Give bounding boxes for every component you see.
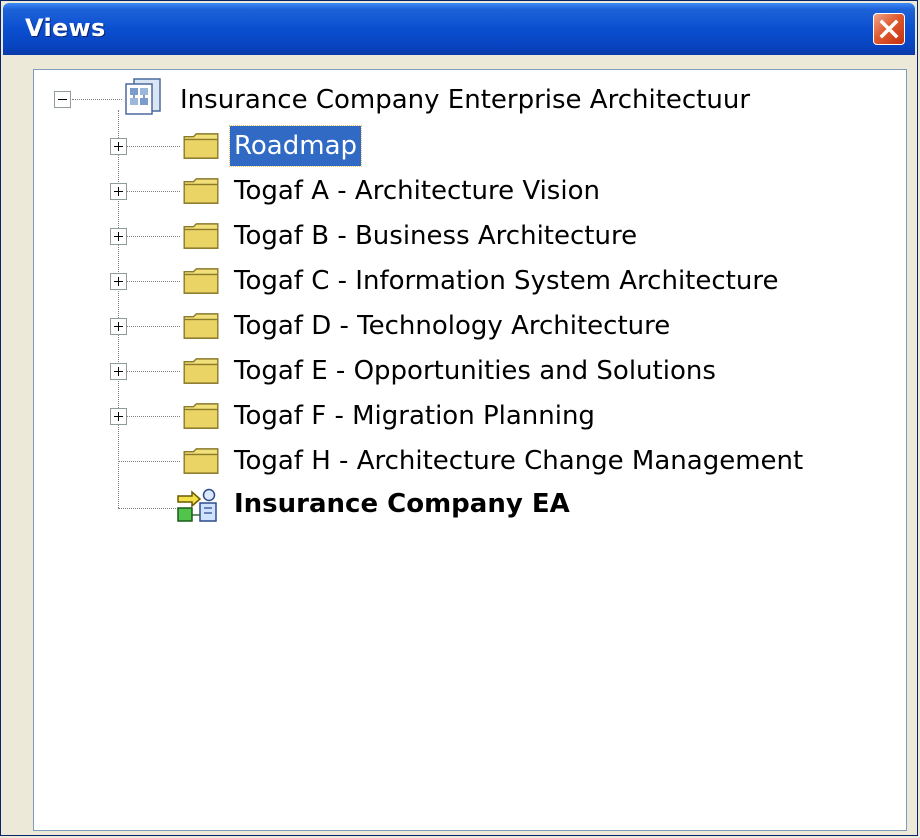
tree-connector: [118, 371, 180, 372]
expand-toggle[interactable]: [110, 138, 127, 155]
title-bar[interactable]: Views: [3, 3, 915, 55]
tree-connector: [118, 326, 180, 327]
expand-toggle[interactable]: [110, 363, 127, 380]
tree-connector: [118, 236, 180, 237]
tree-connector: [118, 461, 180, 462]
window-title: Views: [25, 14, 106, 42]
tree-root-label: Insurance Company Enterprise Architectuu…: [180, 85, 751, 115]
tree-view-row[interactable]: Insurance Company EA: [34, 482, 906, 526]
tree-folder-label: Togaf B - Business Architecture: [234, 221, 638, 251]
expand-toggle[interactable]: [110, 183, 127, 200]
architecture-view-icon: [177, 488, 217, 522]
views-window: Views Insurance Company Enterprise Archi…: [0, 0, 918, 836]
expand-toggle[interactable]: [110, 228, 127, 245]
folder-icon: [183, 358, 219, 384]
tree-folder-row[interactable]: Togaf H - Architecture Change Management: [34, 439, 906, 483]
expand-toggle[interactable]: [110, 408, 127, 425]
views-tree: Insurance Company Enterprise Architectuu…: [34, 70, 906, 830]
expand-toggle[interactable]: [110, 273, 127, 290]
tree-connector: [118, 146, 180, 147]
tree-connector: [118, 191, 180, 192]
model-icon: [125, 78, 161, 115]
tree-connector: [118, 281, 180, 282]
tree-root-row[interactable]: Insurance Company Enterprise Architectuu…: [34, 78, 906, 122]
folder-icon: [183, 223, 219, 249]
tree-connector: [118, 416, 180, 417]
tree-folder-row[interactable]: Togaf A - Architecture Vision: [34, 169, 906, 213]
tree-folder-row[interactable]: Togaf C - Information System Architectur…: [34, 259, 906, 303]
folder-icon: [183, 268, 219, 294]
tree-folder-row[interactable]: Togaf D - Technology Architecture: [34, 304, 906, 348]
collapse-toggle[interactable]: [54, 91, 71, 108]
close-icon: [879, 19, 899, 39]
tree-view-label: Insurance Company EA: [234, 489, 570, 519]
folder-icon: [183, 448, 219, 474]
tree-folder-label: Togaf A - Architecture Vision: [234, 176, 600, 206]
tree-folder-label: Togaf C - Information System Architectur…: [234, 266, 779, 296]
expand-toggle[interactable]: [110, 318, 127, 335]
tree-folder-label: Togaf F - Migration Planning: [234, 401, 595, 431]
close-button[interactable]: [873, 13, 905, 45]
tree-folder-row[interactable]: Togaf B - Business Architecture: [34, 214, 906, 258]
tree-folder-row[interactable]: Roadmap: [34, 124, 906, 168]
tree-folder-row[interactable]: Togaf E - Opportunities and Solutions: [34, 349, 906, 393]
tree-connector: [118, 508, 180, 509]
tree-folder-row[interactable]: Togaf F - Migration Planning: [34, 394, 906, 438]
tree-folder-label: Togaf D - Technology Architecture: [234, 311, 671, 341]
tree-folder-label: Togaf H - Architecture Change Management: [234, 446, 804, 476]
tree-folder-label: Roadmap: [228, 125, 363, 167]
views-tree-pane[interactable]: Insurance Company Enterprise Architectuu…: [33, 69, 907, 831]
folder-icon: [183, 178, 219, 204]
folder-icon: [183, 403, 219, 429]
tree-folder-label: Togaf E - Opportunities and Solutions: [234, 356, 716, 386]
folder-icon: [183, 133, 219, 159]
folder-icon: [183, 313, 219, 339]
